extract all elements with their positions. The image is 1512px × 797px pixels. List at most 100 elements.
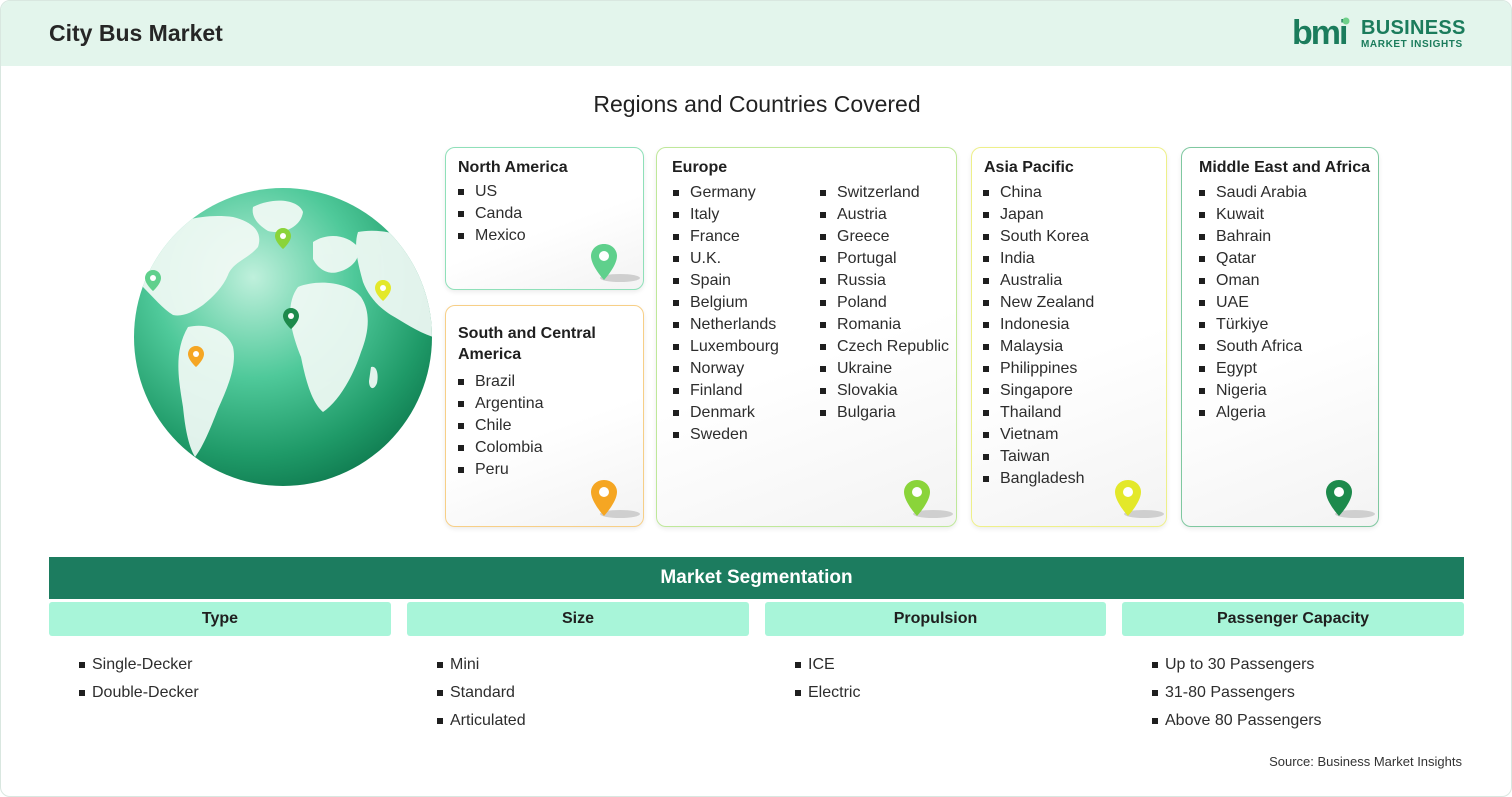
list-item: Japan [983,204,1094,226]
list-item: South Korea [983,226,1094,248]
list-item: Single-Decker [79,651,199,679]
map-pin-icon [591,480,640,518]
list-item: Double-Decker [79,679,199,707]
list-item: Bahrain [1199,226,1307,248]
list-item: Greece [820,226,949,248]
bmi-logo: bmi BUSINESS MARKET INSIGHTS [1291,15,1471,55]
page-title: City Bus Market [49,20,223,46]
region-title: Europe [672,159,728,176]
list-item: China [983,182,1094,204]
list-item: Netherlands [673,314,779,336]
list-item: Malaysia [983,336,1094,358]
region-title: Asia Pacific [984,159,1074,176]
header-bar: City Bus Market bmi BUSINESS MARKET INSI… [1,1,1511,66]
list-item: Romania [820,314,949,336]
list-item: Norway [673,358,779,380]
list-item: Sweden [673,424,779,446]
list-item: Colombia [458,437,544,459]
map-pin-icon [591,244,640,282]
logo-mark-text: bmi [1292,15,1347,49]
segment-header-passenger-capacity: Passenger Capacity [1122,602,1464,636]
list-item: Mini [437,651,526,679]
list-item: Kuwait [1199,204,1307,226]
list-item: Oman [1199,270,1307,292]
list-item: Philippines [983,358,1094,380]
map-pin-icon [904,480,953,518]
list-item: Brazil [458,371,544,393]
region-card-asia-pacific: Asia Pacific China Japan South Korea Ind… [971,147,1167,527]
list-item: Bulgaria [820,402,949,424]
logo-text-market-insights: MARKET INSIGHTS [1361,39,1463,50]
list-item: Up to 30 Passengers [1152,651,1322,679]
region-card-south-america: South and Central America Brazil Argenti… [445,305,644,527]
bmi-logo-mark-icon: bmi [1292,15,1350,49]
list-item: Articulated [437,707,526,735]
list-item: U.K. [673,248,779,270]
list-item: Above 80 Passengers [1152,707,1322,735]
country-list: Saudi Arabia Kuwait Bahrain Qatar Oman U… [1199,182,1307,424]
country-list: US Canda Mexico [458,181,526,247]
segment-list-passenger-capacity: Up to 30 Passengers 31-80 Passengers Abo… [1152,651,1322,735]
list-item: New Zealand [983,292,1094,314]
list-item: Luxembourg [673,336,779,358]
list-item: Indonesia [983,314,1094,336]
region-title: Middle East and Africa [1199,159,1370,176]
list-item: Switzerland [820,182,949,204]
logo-text-business: BUSINESS [1361,17,1466,39]
globe-icon [134,188,432,486]
country-list-col1: Germany Italy France U.K. Spain Belgium … [673,182,779,446]
list-item: Finland [673,380,779,402]
list-item: UAE [1199,292,1307,314]
list-item: Peru [458,459,544,481]
segment-header-type: Type [49,602,391,636]
country-list: Brazil Argentina Chile Colombia Peru [458,371,544,481]
segment-list-type: Single-Decker Double-Decker [79,651,199,707]
country-list: China Japan South Korea India Australia … [983,182,1094,490]
region-card-europe: Europe Germany Italy France U.K. Spain B… [656,147,957,527]
list-item: 31-80 Passengers [1152,679,1322,707]
list-item: Qatar [1199,248,1307,270]
map-pin-icon [1115,480,1164,518]
country-list-col2: Switzerland Austria Greece Portugal Russ… [820,182,949,424]
list-item: Germany [673,182,779,204]
segment-list-size: Mini Standard Articulated [437,651,526,735]
list-item: Spain [673,270,779,292]
list-item: Mexico [458,225,526,247]
list-item: Belgium [673,292,779,314]
list-item: Poland [820,292,949,314]
list-item: Standard [437,679,526,707]
list-item: Bangladesh [983,468,1094,490]
list-item: Ukraine [820,358,949,380]
list-item: Canda [458,203,526,225]
list-item: Italy [673,204,779,226]
segmentation-title: Market Segmentation [49,557,1464,599]
list-item: Electric [795,679,860,707]
list-item: Egypt [1199,358,1307,380]
list-item: South Africa [1199,336,1307,358]
segment-header-size: Size [407,602,749,636]
list-item: Australia [983,270,1094,292]
segment-list-propulsion: ICE Electric [795,651,860,707]
list-item: Türkiye [1199,314,1307,336]
list-item: France [673,226,779,248]
list-item: Slovakia [820,380,949,402]
list-item: Thailand [983,402,1094,424]
list-item: Singapore [983,380,1094,402]
list-item: Algeria [1199,402,1307,424]
list-item: Vietnam [983,424,1094,446]
list-item: Austria [820,204,949,226]
region-card-middle-east-africa: Middle East and Africa Saudi Arabia Kuwa… [1181,147,1379,527]
regions-title: Regions and Countries Covered [593,91,921,117]
region-title: North America [458,159,568,176]
source-note: Source: Business Market Insights [1269,754,1462,769]
list-item: Denmark [673,402,779,424]
list-item: ICE [795,651,860,679]
list-item: Nigeria [1199,380,1307,402]
region-title: South and Central America [458,325,596,363]
map-pin-icon [1326,480,1375,518]
list-item: Taiwan [983,446,1094,468]
list-item: US [458,181,526,203]
list-item: Saudi Arabia [1199,182,1307,204]
list-item: India [983,248,1094,270]
segment-header-propulsion: Propulsion [765,602,1106,636]
